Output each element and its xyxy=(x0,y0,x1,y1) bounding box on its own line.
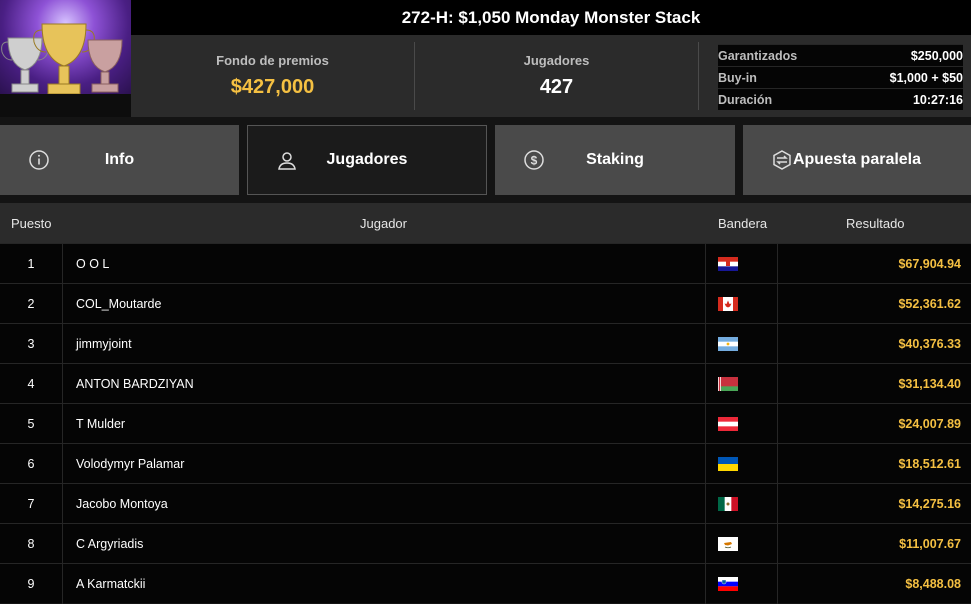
row-player-name[interactable]: O O L xyxy=(62,244,705,284)
table-row[interactable]: 9 A Karmatckii $8,488.08 xyxy=(0,563,971,604)
row-player-name[interactable]: Volodymyr Palamar xyxy=(62,444,705,484)
argentina-flag-icon xyxy=(718,337,738,351)
detail-label: Garantizados xyxy=(718,49,798,63)
detail-guaranteed: Garantizados $250,000 xyxy=(718,44,963,66)
croatia-flag-icon xyxy=(718,257,738,271)
players-value: 427 xyxy=(539,76,574,98)
header-player[interactable]: Jugador xyxy=(360,216,407,231)
row-position: 3 xyxy=(27,337,35,351)
divider xyxy=(698,42,699,110)
players-stat: Jugadores 427 xyxy=(415,35,698,117)
user-icon xyxy=(278,152,296,170)
svg-text:$: $ xyxy=(531,154,538,168)
table-body: 1 O O L $67,904.94 2 COL_Moutarde $52,361.62 3… xyxy=(0,243,971,604)
row-position: 7 xyxy=(27,497,35,511)
austria-flag-icon xyxy=(718,417,738,431)
info-icon xyxy=(29,150,49,170)
row-result: $11,007.67 xyxy=(899,537,961,551)
table-row[interactable]: 4 ANTON BARDZIYAN $31,134.40 xyxy=(0,363,971,404)
row-flag-cell xyxy=(705,244,778,284)
detail-value: 10:27:16 xyxy=(912,93,963,107)
table-row[interactable]: 5 T Mulder $24,007.89 xyxy=(0,403,971,444)
row-flag-cell xyxy=(705,324,778,364)
row-result: $31,134.40 xyxy=(898,377,961,391)
ukraine-flag-icon xyxy=(718,457,738,471)
row-position: 4 xyxy=(27,377,35,391)
table-row[interactable]: 2 COL_Moutarde $52,361.62 xyxy=(0,283,971,324)
table-row[interactable]: 6 Volodymyr Palamar $18,512.61 xyxy=(0,443,971,484)
detail-value: $250,000 xyxy=(910,49,963,63)
row-position: 9 xyxy=(27,577,35,591)
row-result: $14,275.16 xyxy=(898,497,961,511)
row-flag-cell xyxy=(705,524,778,564)
row-position: 1 xyxy=(27,257,35,271)
tab-staking[interactable]: $ Staking xyxy=(495,125,735,195)
trophy-icon xyxy=(0,23,131,117)
row-flag-cell xyxy=(705,444,778,484)
detail-label: Buy-in xyxy=(718,71,757,85)
tab-side-bet[interactable]: Apuesta paralela xyxy=(743,125,971,195)
table-row[interactable]: 1 O O L $67,904.94 xyxy=(0,243,971,284)
header-position[interactable]: Puesto xyxy=(11,216,51,231)
row-player-name[interactable]: C Argyriadis xyxy=(62,524,705,564)
row-flag-cell xyxy=(705,364,778,404)
row-flag-cell xyxy=(705,284,778,324)
row-flag-cell xyxy=(705,564,778,604)
tab-info[interactable]: Info xyxy=(0,125,239,195)
mexico-flag-icon xyxy=(718,497,738,511)
cyprus-flag-icon xyxy=(718,537,738,551)
row-player-name[interactable]: jimmyjoint xyxy=(62,324,705,364)
dollar-icon: $ xyxy=(524,150,544,170)
players-label: Jugadores xyxy=(523,53,590,68)
table-row[interactable]: 3 jimmyjoint $40,376.33 xyxy=(0,323,971,364)
prize-pool-stat: Fondo de premios $427,000 xyxy=(131,35,414,117)
row-position: 8 xyxy=(27,537,35,551)
detail-buyin: Buy-in $1,000 + $50 xyxy=(718,66,963,88)
prize-pool-value: $427,000 xyxy=(230,76,315,98)
row-player-name[interactable]: T Mulder xyxy=(62,404,705,444)
row-flag-cell xyxy=(705,484,778,524)
tournament-stats-panel: Fondo de premios $427,000 Jugadores 427 … xyxy=(131,35,971,117)
side-bet-icon xyxy=(773,150,791,170)
belarus-flag-icon xyxy=(718,377,738,391)
row-result: $8,488.08 xyxy=(905,577,961,591)
tournament-title: 272-H: $1,050 Monday Monster Stack xyxy=(131,0,971,35)
canada-flag-icon xyxy=(718,297,738,311)
tournament-banner-image xyxy=(0,0,131,117)
row-position: 5 xyxy=(27,417,35,431)
row-player-name[interactable]: COL_Moutarde xyxy=(62,284,705,324)
header-result[interactable]: Resultado xyxy=(846,216,905,231)
results-table: Puesto Jugador Bandera Resultado 1 O O L $… xyxy=(0,203,971,604)
detail-label: Duración xyxy=(718,93,773,107)
row-result: $52,361.62 xyxy=(898,297,961,311)
table-row[interactable]: 7 Jacobo Montoya $14,275.16 xyxy=(0,483,971,524)
row-player-name[interactable]: ANTON BARDZIYAN xyxy=(62,364,705,404)
table-row[interactable]: 8 C Argyriadis $11,007.67 xyxy=(0,523,971,564)
row-result: $67,904.94 xyxy=(898,257,961,271)
row-result: $18,512.61 xyxy=(898,457,961,471)
row-player-name[interactable]: A Karmatckii xyxy=(62,564,705,604)
row-result: $24,007.89 xyxy=(898,417,961,431)
slovenia-flag-icon xyxy=(718,577,738,591)
prize-pool-label: Fondo de premios xyxy=(216,53,329,68)
row-position: 6 xyxy=(27,457,35,471)
row-position: 2 xyxy=(27,297,35,311)
tournament-tabs: Info Jugadores $ Staking Apuesta paralel… xyxy=(0,125,971,195)
detail-duration: Duración 10:27:16 xyxy=(718,88,963,110)
row-flag-cell xyxy=(705,404,778,444)
row-player-name[interactable]: Jacobo Montoya xyxy=(62,484,705,524)
table-header: Puesto Jugador Bandera Resultado xyxy=(0,203,971,243)
header-flag[interactable]: Bandera xyxy=(718,216,767,231)
detail-value: $1,000 + $50 xyxy=(889,71,963,85)
row-result: $40,376.33 xyxy=(898,337,961,351)
tournament-details: Garantizados $250,000 Buy-in $1,000 + $5… xyxy=(718,44,963,110)
tab-players[interactable]: Jugadores xyxy=(247,125,487,195)
